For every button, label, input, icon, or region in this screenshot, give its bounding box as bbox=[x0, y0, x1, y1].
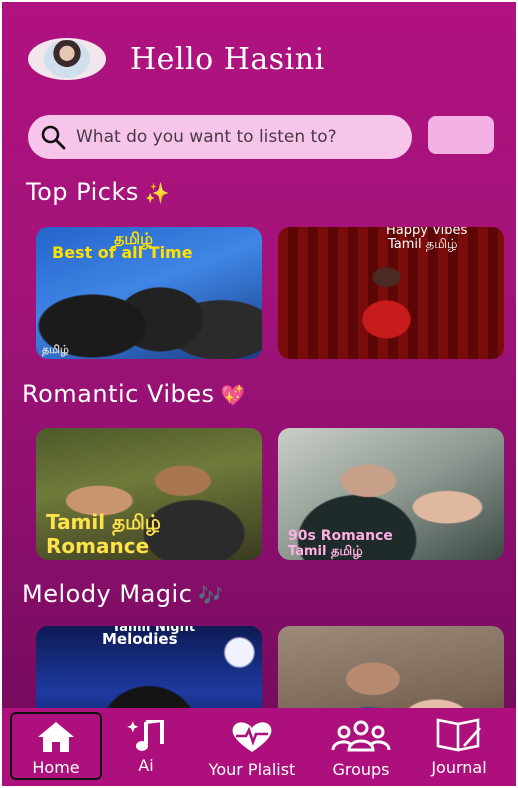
playlist-card-happy-vibes[interactable]: Happy Vibes Tamil தமிழ் bbox=[278, 227, 504, 359]
search-action-button[interactable] bbox=[428, 116, 494, 154]
home-screen: Hello Hasini What do you want to listen … bbox=[2, 2, 516, 786]
playlist-card-90s-romance[interactable]: 90s Romance Tamil தமிழ் bbox=[278, 428, 504, 560]
section-title-label: Romantic Vibes bbox=[22, 380, 215, 408]
avatar[interactable] bbox=[28, 38, 106, 80]
greeting-text: Hello Hasini bbox=[130, 42, 325, 77]
search-bar[interactable]: What do you want to listen to? bbox=[28, 115, 412, 159]
music-notes-icon: 🎶 bbox=[198, 583, 224, 607]
nav-ai[interactable]: Ai bbox=[114, 708, 178, 786]
card-caption-line1: Tamil தமிழ் bbox=[46, 510, 161, 534]
card-caption-line2: Tamil தமிழ் bbox=[388, 237, 458, 252]
home-icon bbox=[38, 722, 74, 752]
playlist-card-best-of-all-time[interactable]: தமிழ் Best of all Time தமிழ் bbox=[36, 227, 262, 359]
nav-groups-label: Groups bbox=[332, 760, 390, 779]
sparkling-heart-icon: 💖 bbox=[220, 383, 246, 407]
section-title-label: Top Picks bbox=[26, 178, 139, 206]
search-input[interactable]: What do you want to listen to? bbox=[76, 127, 337, 147]
bottom-nav: Home Ai Your Plalist Groups Journal bbox=[2, 708, 516, 786]
section-title-label: Melody Magic bbox=[22, 580, 193, 608]
card-caption-line2: Best of all Time bbox=[52, 243, 193, 262]
nav-ai-label: Ai bbox=[138, 756, 154, 775]
nav-home[interactable]: Home bbox=[10, 712, 102, 780]
avatar-photo bbox=[44, 40, 90, 78]
journal-icon bbox=[436, 718, 481, 752]
card-caption-line2: Melodies bbox=[102, 630, 178, 648]
ai-music-icon bbox=[127, 720, 164, 751]
card-caption-line2: Romance bbox=[46, 534, 150, 558]
nav-home-label: Home bbox=[32, 758, 80, 777]
card-caption-line1: 90s Romance bbox=[288, 528, 393, 544]
section-title-romantic-vibes: Romantic Vibes 💖 bbox=[22, 380, 246, 408]
section-title-melody-magic: Melody Magic 🎶 bbox=[22, 580, 224, 608]
groups-icon bbox=[331, 720, 391, 752]
nav-your-playlist-label: Your Plalist bbox=[208, 760, 296, 779]
section-title-top-picks: Top Picks ✨ bbox=[26, 178, 170, 206]
nav-your-playlist[interactable]: Your Plalist bbox=[194, 708, 310, 786]
heart-pulse-icon bbox=[232, 722, 272, 752]
nav-journal-label: Journal bbox=[431, 758, 487, 777]
playlist-card-tamil-romance[interactable]: Tamil தமிழ் Romance bbox=[36, 428, 262, 560]
nav-journal[interactable]: Journal bbox=[416, 708, 502, 786]
sparkles-icon: ✨ bbox=[144, 181, 171, 205]
card-footer-text: தமிழ் bbox=[42, 343, 69, 356]
nav-groups[interactable]: Groups bbox=[320, 708, 402, 786]
card-caption-line2: Tamil தமிழ் bbox=[288, 544, 363, 559]
search-icon bbox=[41, 125, 66, 150]
